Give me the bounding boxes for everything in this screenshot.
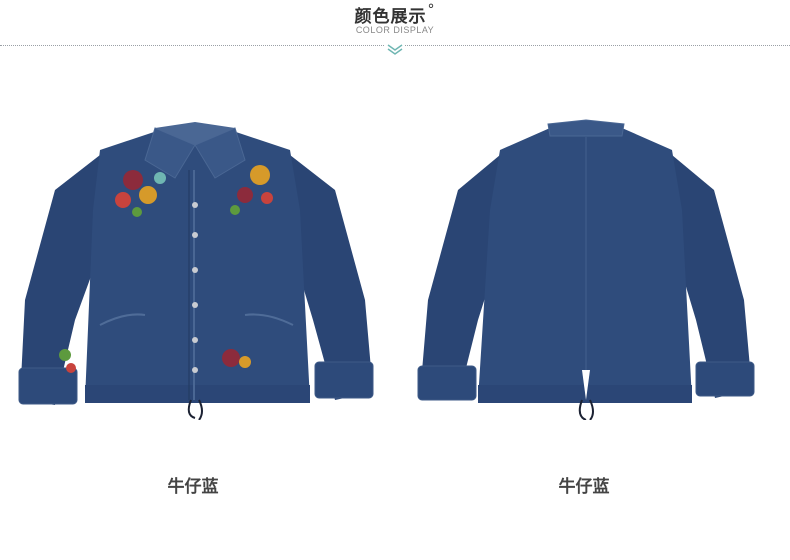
section-title: 颜色展示° [0,2,790,27]
double-chevron-down-icon [385,42,405,56]
color-caption-back: 牛仔蓝 [558,477,610,497]
title-mark: ° [427,2,436,18]
product-image-front [5,100,390,421]
section-header: 颜色展示° COLOR DISPLAY [0,0,790,60]
product-image-back [400,100,785,421]
color-caption-front: 牛仔蓝 [167,477,219,497]
section-subtitle: COLOR DISPLAY [355,25,435,35]
title-text: 颜色展示 [354,7,427,27]
